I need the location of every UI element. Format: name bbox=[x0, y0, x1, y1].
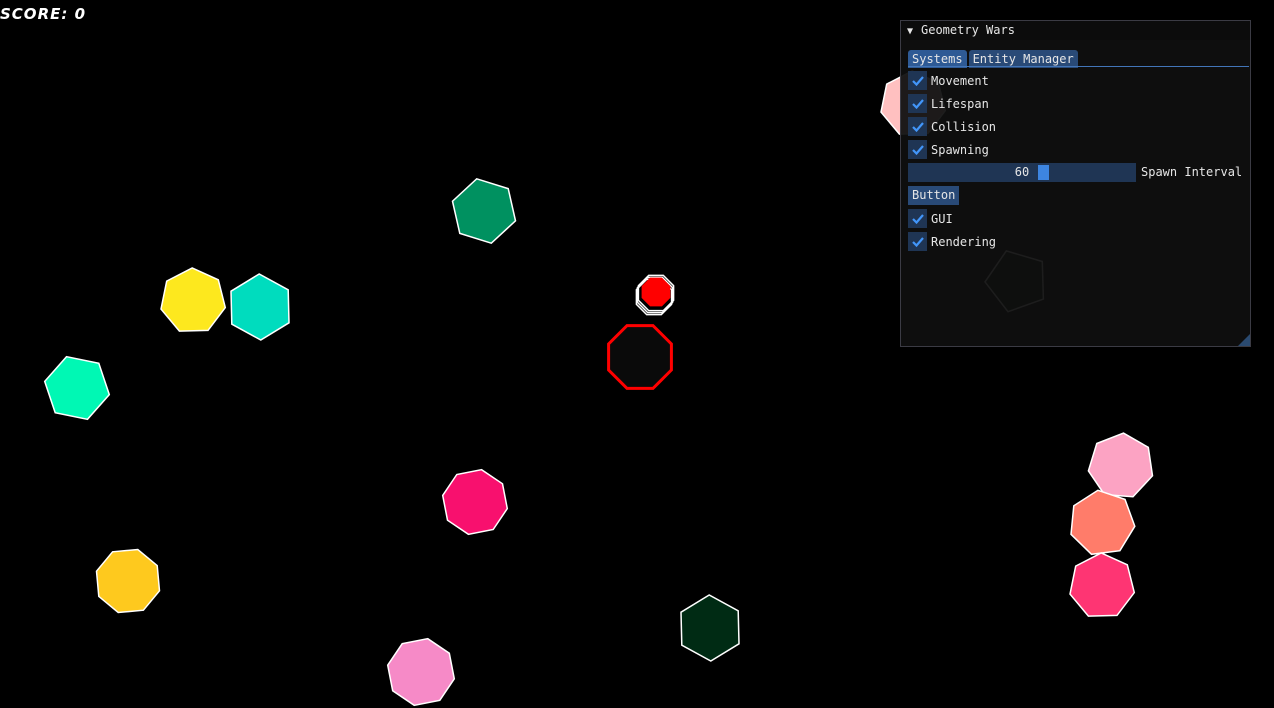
enemy bbox=[1087, 432, 1154, 498]
spawning-label: Spawning bbox=[931, 142, 989, 157]
collision-label: Collision bbox=[931, 119, 997, 134]
checkmark-icon bbox=[911, 121, 924, 132]
movement-label: Movement bbox=[931, 73, 989, 88]
tab-bar: Systems Entity Manager bbox=[908, 48, 1080, 68]
enemy bbox=[451, 177, 517, 245]
lifespan-row: Lifespan bbox=[908, 94, 989, 113]
enemy bbox=[95, 548, 161, 614]
rendering-row: Rendering bbox=[908, 232, 996, 251]
geometry-wars-panel[interactable]: ▼ Geometry Wars Systems Entity Manager Mov… bbox=[900, 20, 1251, 347]
enemy bbox=[386, 637, 456, 707]
triangle-down-icon[interactable]: ▼ bbox=[907, 22, 921, 41]
player bbox=[607, 324, 673, 390]
enemy bbox=[1070, 489, 1136, 556]
lifespan-label: Lifespan bbox=[931, 96, 989, 111]
enemy bbox=[43, 355, 111, 421]
spawning-row: Spawning bbox=[908, 140, 989, 159]
collision-row: Collision bbox=[908, 117, 996, 136]
generic-button[interactable]: Button bbox=[908, 186, 960, 205]
rendering-label: Rendering bbox=[931, 234, 997, 249]
enemy bbox=[441, 468, 509, 536]
gui-checkbox[interactable] bbox=[908, 209, 927, 228]
panel-titlebar[interactable]: ▼ Geometry Wars bbox=[901, 21, 1250, 40]
spawn-interval-slider[interactable]: 60 bbox=[908, 163, 1136, 182]
enemy bbox=[1069, 552, 1136, 617]
enemy bbox=[680, 594, 740, 662]
score-label: SCORE: 0 bbox=[0, 5, 87, 23]
checkmark-icon bbox=[911, 98, 924, 109]
rendering-checkbox[interactable] bbox=[908, 232, 927, 251]
checkmark-icon bbox=[911, 144, 924, 155]
enemy bbox=[230, 273, 290, 341]
gui-label: GUI bbox=[931, 211, 953, 226]
tab-underline bbox=[908, 66, 1249, 67]
checkmark-icon bbox=[911, 213, 924, 224]
panel-title: Geometry Wars bbox=[921, 23, 1015, 37]
movement-row: Movement bbox=[908, 71, 989, 90]
checkmark-icon bbox=[911, 236, 924, 247]
enemy bbox=[160, 267, 227, 332]
gui-row: GUI bbox=[908, 209, 953, 228]
spawn-interval-label: Spawn Interval bbox=[1141, 165, 1243, 179]
spawning-checkbox[interactable] bbox=[908, 140, 927, 159]
bullet bbox=[641, 277, 671, 307]
movement-checkbox[interactable] bbox=[908, 71, 927, 90]
checkmark-icon bbox=[911, 75, 924, 86]
lifespan-checkbox[interactable] bbox=[908, 94, 927, 113]
resize-grip[interactable] bbox=[1238, 334, 1250, 346]
collision-checkbox[interactable] bbox=[908, 117, 927, 136]
spawn-interval-value: 60 bbox=[1014, 165, 1030, 179]
